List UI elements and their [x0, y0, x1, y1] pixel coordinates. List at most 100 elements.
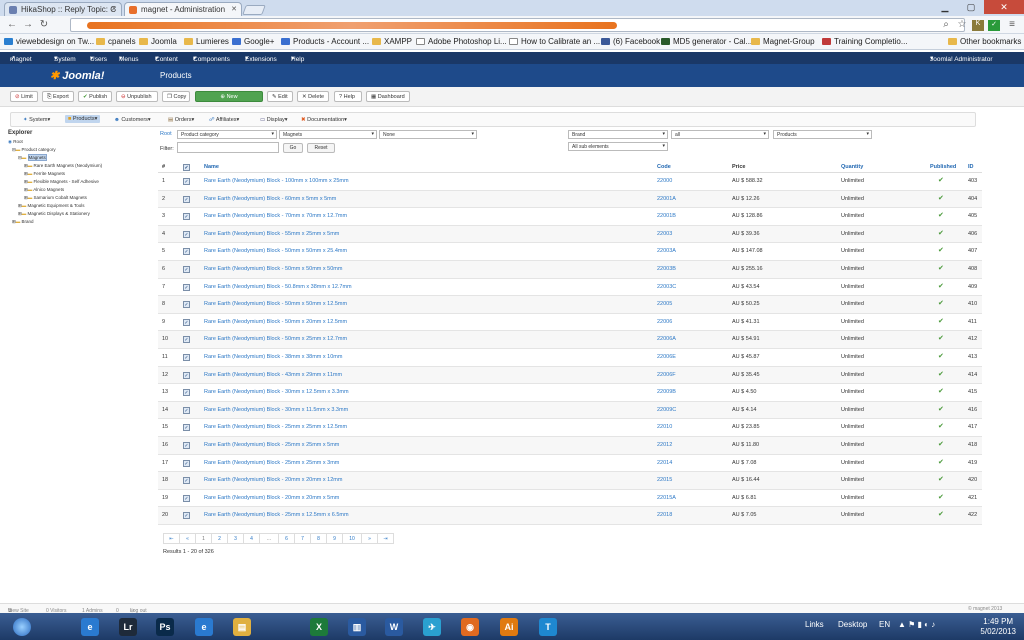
published-check-icon[interactable]: ✔ [938, 317, 944, 325]
row-checkbox[interactable]: ✓ [183, 459, 190, 467]
edit-button[interactable]: ✎ Edit [267, 91, 293, 102]
new-button[interactable]: ⊕ New [195, 91, 263, 102]
bookmark-item[interactable]: Training Completio... [822, 37, 908, 46]
product-name-link[interactable]: Rare Earth (Neodymium) Block - 60mm x 5m… [204, 196, 336, 202]
product-name-link[interactable]: Rare Earth (Neodymium) Block - 50mm x 50… [204, 266, 342, 272]
published-check-icon[interactable]: ✔ [938, 458, 944, 466]
browser-tab-hikashop[interactable]: HikaShop :: Reply Topic: C ✕ [4, 2, 122, 16]
product-name-link[interactable]: Rare Earth (Neodymium) Block - 20mm x 20… [204, 477, 342, 483]
menu-components[interactable]: Components ▾ [193, 54, 230, 63]
taskbar-app[interactable]: ◉ [452, 615, 488, 638]
published-check-icon[interactable]: ✔ [938, 176, 944, 184]
product-name-link[interactable]: Rare Earth (Neodymium) Block - 38mm x 38… [204, 354, 342, 360]
bookmark-item[interactable]: cpanels [96, 37, 136, 46]
published-check-icon[interactable]: ✔ [938, 370, 944, 378]
published-check-icon[interactable]: ✔ [938, 246, 944, 254]
page-link[interactable]: 10 [342, 533, 362, 544]
help-button[interactable]: ? Help [334, 91, 362, 102]
breadcrumb-root[interactable]: Root [160, 131, 172, 137]
product-code-link[interactable]: 22018 [657, 512, 672, 518]
menu-menus[interactable]: Menus ▾ [119, 54, 139, 63]
row-checkbox[interactable]: ✓ [183, 512, 190, 520]
product-name-link[interactable]: Rare Earth (Neodymium) Block - 70mm x 70… [204, 213, 347, 219]
product-code-link[interactable]: 22003 [657, 231, 672, 237]
published-check-icon[interactable]: ✔ [938, 194, 944, 202]
links-toolbar[interactable]: Links [805, 620, 824, 629]
product-code-link[interactable]: 22009C [657, 407, 676, 413]
category-select[interactable]: Product category [177, 130, 277, 139]
hika-menu-customers[interactable]: ☻ Customers▾ [114, 117, 151, 123]
copy-button[interactable]: ❐ Copy [162, 91, 190, 102]
bookmark-item[interactable]: Products - Account ... [281, 37, 369, 46]
tree-node[interactable]: ⊞▬ Rare Earth Magnets (Neodymium) [8, 162, 156, 170]
bookmark-item[interactable]: XAMPP [372, 37, 412, 46]
menu-users[interactable]: Users ▾ [90, 54, 107, 63]
menu-icon[interactable]: ≡ [1006, 19, 1018, 30]
new-tab-button[interactable] [242, 5, 266, 15]
product-name-link[interactable]: Rare Earth (Neodymium) Block - 50mm x 50… [204, 301, 347, 307]
product-code-link[interactable]: 22003C [657, 284, 676, 290]
filter-input[interactable] [177, 142, 279, 153]
start-button[interactable] [4, 615, 40, 638]
product-code-link[interactable]: 22015A [657, 495, 676, 501]
all-select[interactable]: all [671, 130, 769, 139]
page-link[interactable]: ⇤ [163, 533, 180, 544]
published-check-icon[interactable]: ✔ [938, 510, 944, 518]
product-code-link[interactable]: 22000 [657, 178, 672, 184]
menu-system[interactable]: System ▾ [54, 54, 76, 63]
page-link[interactable]: 3 [227, 533, 244, 544]
hika-menu-display[interactable]: ▭ Display▾ [260, 117, 288, 123]
row-checkbox[interactable]: ✓ [183, 389, 190, 397]
product-code-link[interactable]: 22014 [657, 460, 672, 466]
quantity-column-header[interactable]: Quantity [841, 164, 863, 170]
menu-content[interactable]: Content ▾ [155, 54, 178, 63]
product-code-link[interactable]: 22015 [657, 477, 672, 483]
published-check-icon[interactable]: ✔ [938, 387, 944, 395]
row-checkbox[interactable]: ✓ [183, 336, 190, 344]
row-checkbox[interactable]: ✓ [183, 213, 190, 221]
address-bar[interactable] [70, 18, 965, 32]
forward-icon[interactable]: → [22, 19, 34, 30]
taskbar-app[interactable]: e [186, 615, 222, 638]
bookmark-item[interactable]: Lumieres [184, 37, 229, 46]
product-name-link[interactable]: Rare Earth (Neodymium) Block - 25mm x 25… [204, 442, 339, 448]
taskbar-app[interactable]: T [530, 615, 566, 638]
bookmark-item[interactable]: Magnet-Group [751, 37, 815, 46]
magnets-select[interactable]: Magnets [279, 130, 377, 139]
product-name-link[interactable]: Rare Earth (Neodymium) Block - 25mm x 12… [204, 512, 349, 518]
tree-node-brand[interactable]: ⊞▬ Brand [8, 218, 156, 226]
taskbar-app[interactable]: X [301, 615, 337, 638]
taskbar-app[interactable]: ▤ [224, 615, 260, 638]
minimize-icon[interactable]: ▁ [932, 0, 958, 14]
product-name-link[interactable]: Rare Earth (Neodymium) Block - 25mm x 25… [204, 460, 339, 466]
product-name-link[interactable]: Rare Earth (Neodymium) Block - 50mm x 25… [204, 336, 347, 342]
maximize-icon[interactable]: ▢ [958, 0, 984, 14]
product-name-link[interactable]: Rare Earth (Neodymium) Block - 50mm x 20… [204, 319, 347, 325]
product-name-link[interactable]: Rare Earth (Neodymium) Block - 100mm x 1… [204, 178, 349, 184]
row-checkbox[interactable]: ✓ [183, 406, 190, 414]
page-link[interactable]: 1 [195, 533, 212, 544]
published-check-icon[interactable]: ✔ [938, 352, 944, 360]
page-link[interactable]: 9 [326, 533, 343, 544]
tree-node-root[interactable]: ◉ Root [8, 138, 156, 146]
taskbar-app[interactable]: ▥ [339, 615, 375, 638]
taskbar-app[interactable]: ✈ [414, 615, 450, 638]
export-button[interactable]: ⎘ Export [42, 91, 74, 102]
publish-button[interactable]: ✔ Publish [78, 91, 112, 102]
tree-node[interactable]: ⊞▬ Flexible Magnets - Self Adhesive [8, 178, 156, 186]
row-checkbox[interactable]: ✓ [183, 477, 190, 485]
close-tab-icon[interactable]: ✕ [111, 5, 117, 13]
product-code-link[interactable]: 22006E [657, 354, 676, 360]
sub-elements-select[interactable]: All sub elements [568, 142, 668, 151]
row-checkbox[interactable]: ✓ [183, 178, 190, 185]
published-check-icon[interactable]: ✔ [938, 405, 944, 413]
bookmark-item[interactable]: Adobe Photoshop Li... [416, 37, 507, 46]
page-link[interactable]: 2 [211, 533, 228, 544]
row-checkbox[interactable]: ✓ [183, 230, 190, 238]
published-column-header[interactable]: Published [930, 164, 956, 170]
taskbar-app[interactable]: Ai [491, 615, 527, 638]
back-icon[interactable]: ← [6, 19, 18, 30]
product-code-link[interactable]: 22003B [657, 266, 676, 272]
row-checkbox[interactable]: ✓ [183, 301, 190, 309]
extension-icon[interactable]: ✓ [988, 20, 1000, 31]
